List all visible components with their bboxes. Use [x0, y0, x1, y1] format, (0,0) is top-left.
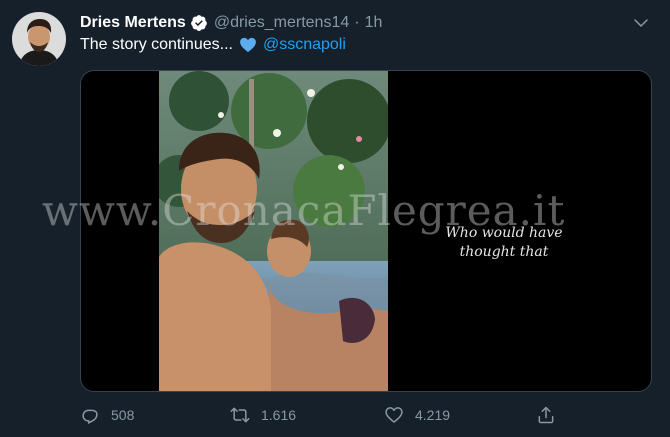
tweet-text: The story continues... @sscnapoli: [80, 36, 346, 54]
reply-button[interactable]: 508: [80, 402, 134, 428]
video-caption: Who would have thought that: [445, 225, 563, 260]
heart-icon: [385, 407, 403, 423]
avatar[interactable]: [12, 12, 66, 66]
blue-heart-icon: [239, 36, 257, 54]
timestamp[interactable]: 1h: [365, 14, 383, 32]
verified-badge-icon: [190, 14, 208, 32]
video-player[interactable]: Who would have thought that: [80, 70, 652, 392]
action-bar: 508 1.616 4.219: [80, 402, 652, 428]
mention-link[interactable]: @sscnapoli: [263, 36, 346, 54]
retweet-button[interactable]: 1.616: [230, 402, 296, 428]
retweet-count: 1.616: [261, 407, 297, 423]
like-button[interactable]: 4.219: [384, 402, 450, 428]
tweet-body: The story continues...: [80, 36, 233, 53]
tweet[interactable]: Dries Mertens @dries_mertens14 · 1h The …: [0, 0, 670, 437]
video-frame: [159, 71, 388, 391]
reply-icon: [82, 409, 98, 424]
reply-count: 508: [111, 407, 135, 423]
share-icon: [538, 406, 554, 424]
retweet-icon: [230, 407, 250, 423]
chevron-down-icon[interactable]: [632, 14, 650, 32]
like-count: 4.219: [415, 407, 451, 423]
share-button[interactable]: [536, 402, 567, 428]
author-handle[interactable]: @dries_mertens14: [214, 14, 349, 32]
author-name[interactable]: Dries Mertens: [80, 14, 186, 32]
separator-dot: ·: [354, 14, 360, 31]
